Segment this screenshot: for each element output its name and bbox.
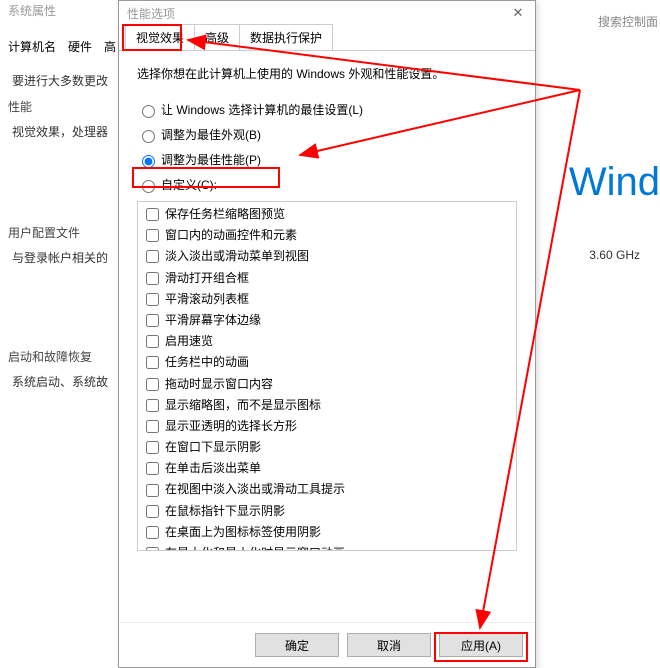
check-input[interactable] [146, 272, 159, 285]
tab-dep[interactable]: 数据执行保护 [239, 24, 333, 50]
bg-search-placeholder: 搜索控制面 [598, 13, 658, 30]
check-label: 淡入淡出或滑动菜单到视图 [165, 247, 309, 266]
check-row[interactable]: 显示亚透明的选择长方形 [140, 416, 514, 437]
check-label: 滑动打开组合框 [165, 269, 249, 288]
bg-title: 系统属性 [8, 2, 56, 19]
check-row[interactable]: 平滑屏幕字体边缘 [140, 310, 514, 331]
check-input[interactable] [146, 208, 159, 221]
check-label: 在视图中淡入淡出或滑动工具提示 [165, 480, 345, 499]
check-input[interactable] [146, 250, 159, 263]
dialog-description: 选择你想在此计算机上使用的 Windows 外观和性能设置。 [137, 65, 517, 83]
radio-best-appearance-label: 调整为最佳外观(B) [161, 126, 261, 143]
check-input[interactable] [146, 229, 159, 242]
radio-let-windows-choose-input[interactable] [142, 105, 155, 118]
tab-visual-effects-label: 视觉效果 [136, 31, 184, 45]
bg-change-note: 要进行大多数更改 [8, 72, 116, 91]
check-row[interactable]: 平滑滚动列表框 [140, 289, 514, 310]
dialog-tab-strip: 视觉效果 高级 数据执行保护 [119, 25, 535, 51]
ok-button-label: 确定 [285, 637, 309, 654]
dialog-body: 选择你想在此计算机上使用的 Windows 外观和性能设置。 让 Windows… [119, 51, 535, 622]
radio-custom-input[interactable] [142, 180, 155, 193]
check-label: 窗口内的动画控件和元素 [165, 226, 297, 245]
check-input[interactable] [146, 547, 159, 551]
check-row[interactable]: 在鼠标指针下显示阴影 [140, 501, 514, 522]
check-input[interactable] [146, 356, 159, 369]
close-icon[interactable]: ✕ [509, 5, 527, 21]
check-label: 平滑屏幕字体边缘 [165, 311, 261, 330]
check-label: 任务栏中的动画 [165, 353, 249, 372]
check-row[interactable]: 滑动打开组合框 [140, 268, 514, 289]
check-label: 在单击后淡出菜单 [165, 459, 261, 478]
radio-custom-label: 自定义(C): [161, 176, 217, 193]
bg-tab-hardware[interactable]: 硬件 [68, 38, 92, 55]
check-row[interactable]: 在窗口下显示阴影 [140, 437, 514, 458]
dialog-titlebar: 性能选项 ✕ [119, 1, 535, 25]
check-row[interactable]: 显示缩略图，而不是显示图标 [140, 395, 514, 416]
check-input[interactable] [146, 505, 159, 518]
check-input[interactable] [146, 441, 159, 454]
tab-advanced-label: 高级 [205, 31, 229, 45]
radio-best-performance-label: 调整为最佳性能(P) [161, 151, 261, 168]
cancel-button-label: 取消 [377, 637, 401, 654]
check-label: 显示缩略图，而不是显示图标 [165, 396, 321, 415]
bg-cpu-speed: 3.60 GHz [589, 248, 640, 262]
bg-user-title: 用户配置文件 [8, 224, 116, 241]
check-row[interactable]: 淡入淡出或滑动菜单到视图 [140, 246, 514, 267]
tab-dep-label: 数据执行保护 [250, 31, 322, 45]
radio-best-performance[interactable]: 调整为最佳性能(P) [137, 149, 517, 170]
radio-best-appearance-input[interactable] [142, 130, 155, 143]
bg-user-body: 与登录帐户相关的 [8, 249, 116, 268]
bg-tab-advanced[interactable]: 高 [104, 38, 116, 55]
radio-let-windows-choose[interactable]: 让 Windows 选择计算机的最佳设置(L) [137, 99, 517, 120]
tab-advanced[interactable]: 高级 [194, 24, 240, 50]
check-row[interactable]: 在最大化和最小化时显示窗口动画 [140, 543, 514, 551]
check-input[interactable] [146, 378, 159, 391]
check-row[interactable]: 启用速览 [140, 331, 514, 352]
check-input[interactable] [146, 526, 159, 539]
cancel-button[interactable]: 取消 [347, 633, 431, 657]
bg-tab-strip: 计算机名 硬件 高 [8, 38, 116, 55]
check-input[interactable] [146, 420, 159, 433]
bg-perf-body: 视觉效果，处理器 [8, 123, 116, 142]
bg-start-body: 系统启动、系统故 [8, 373, 116, 392]
tab-visual-effects[interactable]: 视觉效果 [125, 24, 195, 50]
check-label: 启用速览 [165, 332, 213, 351]
check-input[interactable] [146, 314, 159, 327]
check-row[interactable]: 在桌面上为图标标签使用阴影 [140, 522, 514, 543]
check-label: 保存任务栏缩略图预览 [165, 205, 285, 224]
check-label: 在鼠标指针下显示阴影 [165, 502, 285, 521]
performance-options-dialog: 性能选项 ✕ 视觉效果 高级 数据执行保护 选择你想在此计算机上使用的 Wind… [118, 0, 536, 668]
check-row[interactable]: 拖动时显示窗口内容 [140, 374, 514, 395]
check-row[interactable]: 在视图中淡入淡出或滑动工具提示 [140, 479, 514, 500]
check-input[interactable] [146, 484, 159, 497]
bg-tab-computer-name[interactable]: 计算机名 [8, 38, 56, 55]
apply-button-label: 应用(A) [461, 637, 501, 654]
check-label: 在最大化和最小化时显示窗口动画 [165, 544, 345, 551]
radio-best-appearance[interactable]: 调整为最佳外观(B) [137, 124, 517, 145]
windows-logo-text: Wind [569, 160, 660, 205]
bg-perf-title: 性能 [8, 98, 116, 115]
apply-button[interactable]: 应用(A) [439, 633, 523, 657]
check-row[interactable]: 在单击后淡出菜单 [140, 458, 514, 479]
dialog-title: 性能选项 [127, 5, 175, 22]
check-label: 平滑滚动列表框 [165, 290, 249, 309]
visual-effects-checklist[interactable]: 保存任务栏缩略图预览窗口内的动画控件和元素淡入淡出或滑动菜单到视图滑动打开组合框… [137, 201, 517, 551]
dialog-footer: 确定 取消 应用(A) [119, 622, 535, 667]
check-input[interactable] [146, 399, 159, 412]
check-row[interactable]: 窗口内的动画控件和元素 [140, 225, 514, 246]
radio-let-windows-choose-label: 让 Windows 选择计算机的最佳设置(L) [161, 101, 363, 118]
check-input[interactable] [146, 462, 159, 475]
check-row[interactable]: 保存任务栏缩略图预览 [140, 204, 514, 225]
check-label: 在窗口下显示阴影 [165, 438, 261, 457]
check-label: 显示亚透明的选择长方形 [165, 417, 297, 436]
check-input[interactable] [146, 293, 159, 306]
check-label: 在桌面上为图标标签使用阴影 [165, 523, 321, 542]
check-label: 拖动时显示窗口内容 [165, 375, 273, 394]
check-row[interactable]: 任务栏中的动画 [140, 352, 514, 373]
radio-custom[interactable]: 自定义(C): [137, 174, 517, 195]
check-input[interactable] [146, 335, 159, 348]
radio-best-performance-input[interactable] [142, 155, 155, 168]
bg-start-title: 启动和故障恢复 [8, 348, 116, 365]
ok-button[interactable]: 确定 [255, 633, 339, 657]
